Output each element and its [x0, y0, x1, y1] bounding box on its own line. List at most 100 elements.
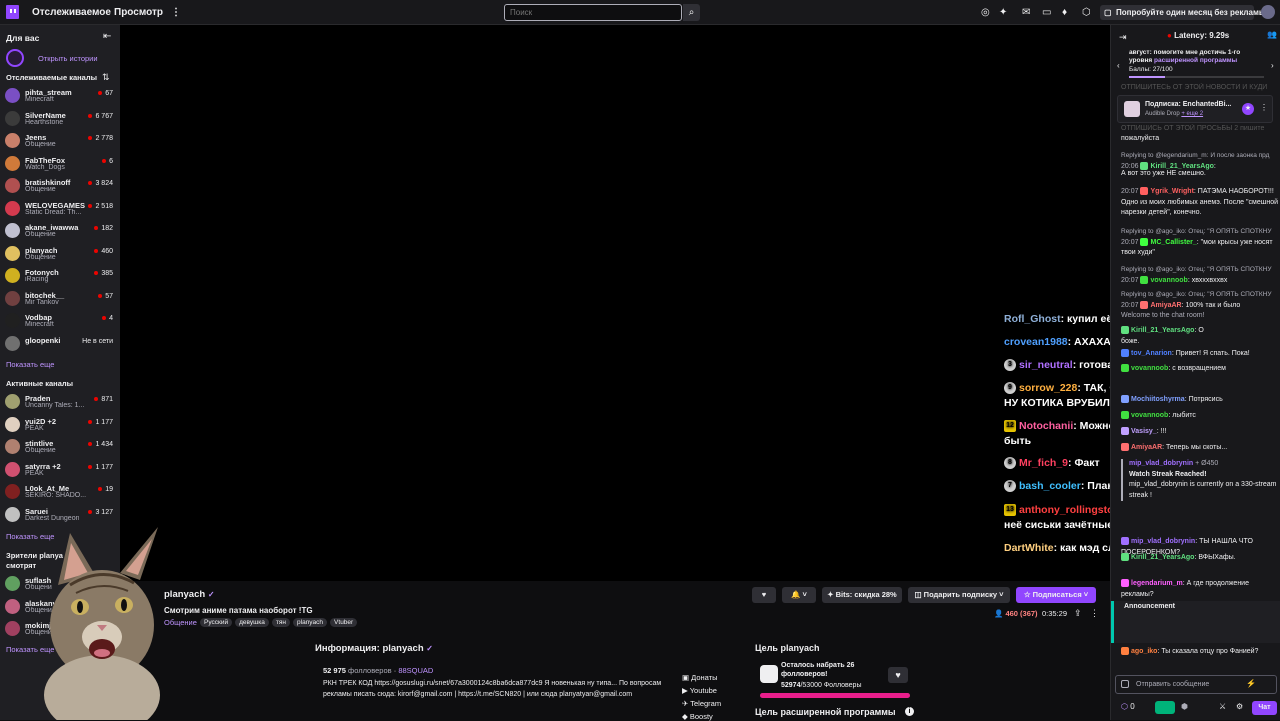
chat-username[interactable]: MC_Callister_ [1150, 239, 1196, 246]
sidebar-channel-active[interactable]: Praden Uncanny Tales: 1... 871 [5, 391, 117, 413]
sidebar-channel-active[interactable]: yui2D +2 PEAK 1 177 [5, 414, 117, 436]
channel-points[interactable]: ⬡ 0 [1121, 702, 1135, 711]
stream-tag[interactable]: Русский [200, 618, 233, 627]
stream-tag[interactable]: девушка [235, 618, 269, 627]
chat-username[interactable]: vovannoob [1131, 365, 1168, 372]
sub-drop-banner[interactable]: Подписка: EnchantedBi... Audible Drop + … [1117, 95, 1273, 123]
chat-username[interactable]: AmiyaAR [1150, 302, 1181, 309]
stories-avatar[interactable] [6, 49, 24, 67]
search-input[interactable] [504, 4, 682, 21]
subscribe-button[interactable]: ☆ Подписаться ˅ [1016, 587, 1096, 603]
chat-username[interactable]: Kirill_21_YearsAgo [1131, 554, 1194, 561]
sidebar-channel-followed[interactable]: WELOVEGAMES Static Dread: Th... 2 518 [5, 198, 117, 220]
sidebar-channel-followed[interactable]: akane_iwawwa Общение 182 [5, 220, 117, 242]
goal-follow-heart-icon[interactable]: ♥ [888, 667, 908, 683]
social-link-youtube[interactable]: ▶ Youtube [682, 686, 717, 695]
sub-more-icon[interactable]: ⋮ [1260, 103, 1268, 112]
mod-tools-icon[interactable]: ⚔ [1219, 702, 1226, 711]
sidebar-channel-active[interactable]: L0ok_At_Me SEKIRO: SHADO... 19 [5, 481, 117, 503]
sidebar-channel-active[interactable]: satyrra +2 PEAK 1 177 [5, 459, 117, 481]
bits-promo-button[interactable]: ✦ Bits: скидка 28% [822, 587, 902, 603]
sidebar-channel-followed[interactable]: bratishkinoff Общение 3 824 [5, 175, 117, 197]
sort-icon[interactable]: ⇅ [102, 72, 110, 83]
challenge-banner[interactable]: ‹ › август: помогите мне достичь 1-го уро… [1115, 45, 1277, 79]
sidebar-channel-active[interactable]: stintlive Общение 1 434 [5, 436, 117, 458]
user-avatar[interactable] [1261, 5, 1275, 19]
followers-line: 52 975 фолловеров · 88SQUAD [323, 666, 434, 675]
search-icon[interactable]: ⌕ [683, 4, 700, 21]
ad-free-promo-button[interactable]: ▢ Попробуйте один месяц без рекламы [1100, 5, 1266, 20]
tool-icon[interactable]: ◎ [981, 7, 990, 18]
chat-username[interactable]: mip_vlad_dobrynin [1131, 538, 1195, 545]
reply-context[interactable]: Replying to @ago_iko: Отец: "Я ОПЯТЬ СПО… [1121, 290, 1279, 301]
squad-link[interactable]: 88SQUAD [398, 666, 433, 675]
chat-username[interactable]: vovannoob [1150, 277, 1187, 284]
share-icon[interactable]: ⇪ [1074, 608, 1082, 619]
twitch-logo-icon[interactable] [6, 5, 19, 19]
chat-input[interactable]: Отправить сообщение ⚡ [1115, 675, 1277, 694]
follow-heart-icon[interactable]: ♥ [752, 587, 776, 603]
chat-username[interactable]: Ygrik_Wright [1150, 188, 1193, 195]
chat-username[interactable]: Mochiitoshyrma [1131, 396, 1185, 403]
reply-context[interactable]: Replying to @legendarium_m: И после заон… [1121, 151, 1279, 162]
stream-category[interactable]: Общение [164, 618, 197, 627]
viewer-count: 385 [94, 270, 113, 277]
chat-users-icon[interactable]: 👥 [1267, 30, 1277, 39]
nav-following[interactable]: Отслеживаемое [32, 7, 111, 18]
prime-loot-icon[interactable] [1155, 701, 1175, 714]
chat-settings-emote-icon[interactable]: ⚡ [1246, 679, 1256, 688]
info-icon[interactable]: i [905, 707, 914, 716]
collapse-sidebar-icon[interactable]: ⇤ [103, 31, 111, 42]
nav-browse[interactable]: Просмотр [114, 7, 163, 18]
reply-context[interactable]: Replying to @ago_iko: Отец: "Я ОПЯТЬ СПО… [1121, 265, 1279, 276]
chat-username[interactable]: vovannoob [1131, 412, 1168, 419]
challenge-link[interactable]: расширенной программы [1154, 57, 1237, 64]
stream-tag[interactable]: Vtuber [330, 618, 358, 627]
sidebar-channel-followed[interactable]: planyach Общение 460 [5, 243, 117, 265]
sidebar-channel-followed[interactable]: Jeens Общение 2 778 [5, 130, 117, 152]
show-more-followed[interactable]: Показать еще [6, 360, 54, 369]
sidebar-channel-followed[interactable]: pihta_stream Minecraft 67 [5, 85, 117, 107]
inbox-icon[interactable]: ▭ [1042, 7, 1051, 18]
open-stories-link[interactable]: Открыть истории [38, 54, 98, 63]
notifications-icon[interactable]: ✉ [1022, 7, 1030, 18]
sidebar-channel-followed[interactable]: FabTheFox Watch_Dogs 6 [5, 153, 117, 175]
video-player[interactable]: Rofl_Ghost: купил её crovean1988: АХАХАХА… [120, 25, 1272, 581]
chat-username[interactable]: ago_iko [1131, 648, 1157, 655]
challenge-prev-icon[interactable]: ‹ [1117, 61, 1120, 70]
overlay-username: sorrow_228 [1019, 382, 1078, 394]
sidebar-channel-followed[interactable]: Vodbap Minecraft 4 [5, 310, 117, 332]
sub-star-icon[interactable]: ★ [1242, 103, 1254, 115]
bits-icon[interactable]: ⬡ [1082, 7, 1091, 18]
chat-username[interactable]: Vasisy_ [1131, 428, 1157, 435]
social-link-донаты[interactable]: ▣ Донаты [682, 673, 717, 682]
gift-sub-button[interactable]: ◫ Подарить подписку ˅ [908, 587, 1010, 603]
prime-crown-icon[interactable]: ♦ [1062, 7, 1067, 18]
challenge-next-icon[interactable]: › [1271, 61, 1274, 70]
notification-bell-icon[interactable]: 🔔 ˅ [782, 587, 816, 603]
sidebar-channel-followed[interactable]: Fotonych iRacing 385 [5, 265, 117, 287]
sub-more-link[interactable]: + еще 2 [1181, 111, 1203, 117]
chat-username[interactable]: legendarium_m [1131, 580, 1183, 587]
extension-icon[interactable]: ✦ [999, 7, 1007, 18]
more-menu-icon[interactable]: ⋮ [171, 7, 181, 18]
stream-tag[interactable]: planyach [293, 618, 328, 627]
chat-username[interactable]: tov_Anarion [1131, 350, 1172, 357]
reply-context[interactable]: Replying to @ago_iko: Отец: "Я ОПЯТЬ СПО… [1121, 227, 1279, 238]
channel-name[interactable]: planyach ✓ [164, 589, 215, 600]
sidebar-channel-followed[interactable]: SilverName Hearthstone 6 767 [5, 108, 117, 130]
chat-send-button[interactable]: Чат [1252, 701, 1277, 715]
chat-popout-icon[interactable]: ⇥ [1119, 32, 1127, 43]
social-link-telegram[interactable]: ✈ Telegram [682, 699, 721, 708]
emote-picker-icon[interactable] [1121, 680, 1129, 688]
sidebar-channel-followed[interactable]: gloopenki Не в сети [5, 333, 117, 355]
streak-icon[interactable]: ⬢ [1181, 702, 1188, 711]
chat-settings-icon[interactable]: ⚙ [1236, 702, 1243, 711]
chat-username[interactable]: AmiyaAR [1131, 444, 1162, 451]
sidebar-channel-active[interactable]: Saruei Darkest Dungeon 3 127 [5, 504, 117, 526]
overlay-text: : купил её [1060, 313, 1113, 325]
stream-tag[interactable]: тян [271, 618, 291, 627]
more-options-icon[interactable]: ⋮ [1090, 608, 1099, 619]
sidebar-channel-followed[interactable]: bitochek__ Mir Tankov 57 [5, 288, 117, 310]
chat-username[interactable]: Kirill_21_YearsAgo [1131, 327, 1194, 334]
